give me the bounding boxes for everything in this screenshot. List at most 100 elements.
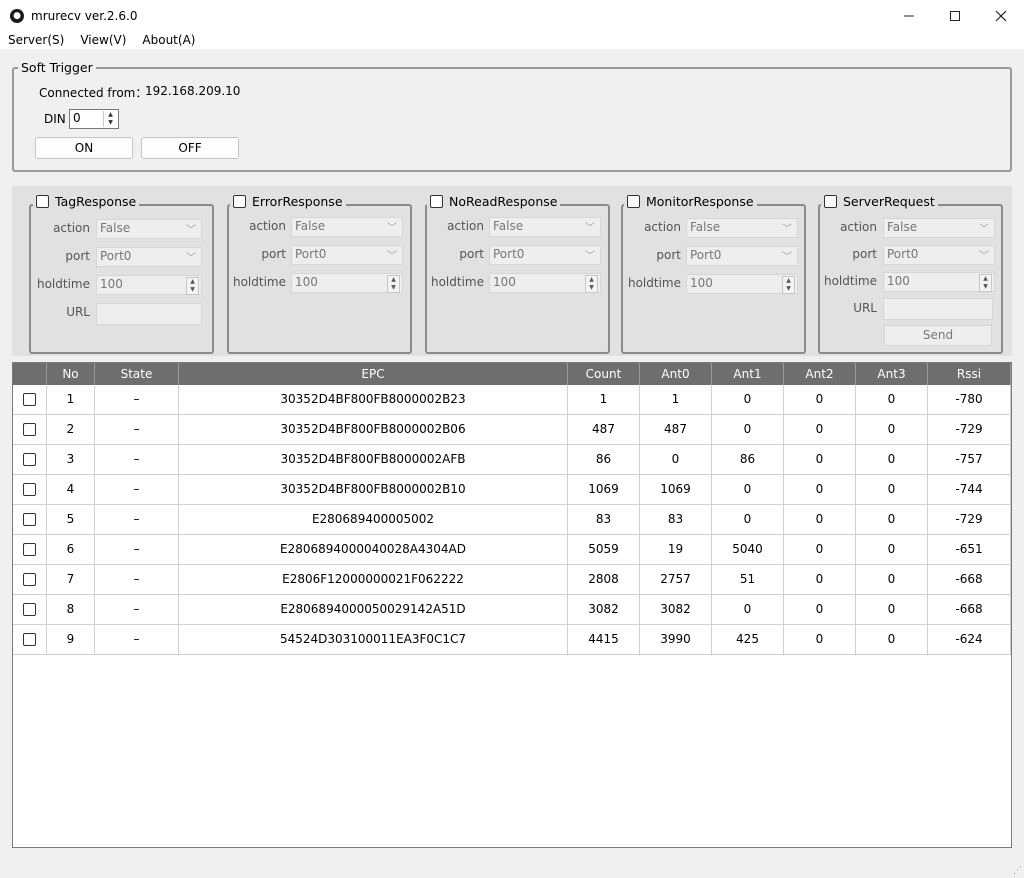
spin-down-icon[interactable]: ▼	[980, 283, 991, 291]
monitor-action-select[interactable]: False ﹀	[686, 218, 798, 238]
header-ant2[interactable]: Ant2	[784, 363, 856, 385]
cell-state: –	[95, 505, 179, 534]
port-label: port	[261, 247, 286, 261]
header-count[interactable]: Count	[568, 363, 640, 385]
server-port-select[interactable]: Port0 ﹀	[883, 245, 995, 265]
error-response-checkbox[interactable]	[233, 195, 246, 208]
holdtime-label: holdtime	[430, 275, 484, 289]
cell-count: 4415	[568, 625, 640, 654]
tag-port-select[interactable]: Port0 ﹀	[96, 247, 202, 267]
cell-count: 1	[568, 385, 640, 414]
din-value: 0	[73, 111, 81, 125]
cell-state: –	[95, 595, 179, 624]
cell-rssi: -780	[928, 385, 1011, 414]
error-holdtime-stepper[interactable]: 100 ▲ ▼	[291, 273, 403, 293]
row-checkbox[interactable]	[13, 625, 47, 654]
table-row[interactable]: 6– E2806894000040028A4304AD 5059 19 5040 0 0 -6…	[13, 535, 1011, 565]
spin-down-icon[interactable]: ▼	[783, 285, 794, 293]
table-row[interactable]: 4–30352D4BF800FB8000002B10 1069 1069 0 0 0 -74…	[13, 475, 1011, 505]
noread-action-select[interactable]: False ﹀	[489, 217, 601, 237]
row-checkbox[interactable]	[13, 535, 47, 564]
on-button[interactable]: ON	[35, 137, 133, 159]
table-row[interactable]: 1–30352D4BF800FB8000002B23 1 1 0 0 0 -780	[13, 385, 1011, 415]
spin-up-icon[interactable]: ▲	[104, 111, 117, 119]
row-select-checkbox[interactable]	[23, 453, 36, 466]
row-select-checkbox[interactable]	[23, 423, 36, 436]
server-request-checkbox[interactable]	[824, 195, 837, 208]
cell-no: 2	[47, 415, 95, 444]
spin-down-icon[interactable]: ▼	[388, 284, 399, 292]
spin-up-icon[interactable]: ▲	[980, 275, 991, 283]
url-label: URL	[853, 301, 877, 315]
noread-response-checkbox[interactable]	[430, 195, 443, 208]
row-select-checkbox[interactable]	[23, 513, 36, 526]
monitor-response-checkbox[interactable]	[627, 195, 640, 208]
row-select-checkbox[interactable]	[23, 543, 36, 556]
row-checkbox[interactable]	[13, 385, 47, 414]
table-row[interactable]: 5– E280689400005002 83 83 0 0 0 -729	[13, 505, 1011, 535]
row-select-checkbox[interactable]	[23, 573, 36, 586]
cell-ant2: 0	[784, 505, 856, 534]
row-select-checkbox[interactable]	[23, 633, 36, 646]
table-row[interactable]: 9–54524D303100011EA3F0C1C7 4415 3990 425 0 0-…	[13, 625, 1011, 655]
header-no[interactable]: No	[47, 363, 95, 385]
row-checkbox[interactable]	[13, 445, 47, 474]
server-action-select[interactable]: False ﹀	[883, 218, 995, 238]
row-select-checkbox[interactable]	[23, 483, 36, 496]
menu-server[interactable]: Server(S)	[0, 33, 72, 47]
spin-up-icon[interactable]: ▲	[187, 278, 198, 286]
tag-response-checkbox[interactable]	[36, 195, 49, 208]
din-stepper[interactable]: 0 ▲ ▼	[69, 109, 119, 129]
header-state[interactable]: State	[95, 363, 179, 385]
error-action-select[interactable]: False ﹀	[291, 217, 403, 237]
resize-grip-icon[interactable]: ⋰	[1013, 866, 1022, 876]
send-button[interactable]: Send	[884, 325, 992, 346]
monitor-port-select[interactable]: Port0 ﹀	[686, 246, 798, 266]
noread-port-select[interactable]: Port0 ﹀	[489, 245, 601, 265]
server-url-input[interactable]	[883, 298, 993, 320]
row-checkbox[interactable]	[13, 415, 47, 444]
window-controls	[886, 0, 1024, 31]
off-button[interactable]: OFF	[141, 137, 239, 159]
table-row[interactable]: 2–30352D4BF800FB8000002B06 487 487 0 0 0 -729	[13, 415, 1011, 445]
minimize-button[interactable]	[886, 0, 932, 31]
table-row[interactable]: 7– E2806F12000000021F062222 2808 2757 51 0 0 -6…	[13, 565, 1011, 595]
cell-count: 2808	[568, 565, 640, 594]
maximize-button[interactable]	[932, 0, 978, 31]
noread-holdtime-stepper[interactable]: 100 ▲ ▼	[489, 273, 601, 293]
spin-up-icon[interactable]: ▲	[388, 276, 399, 284]
row-checkbox[interactable]	[13, 595, 47, 624]
din-label: DIN	[44, 112, 66, 126]
row-checkbox[interactable]	[13, 505, 47, 534]
cell-rssi: -651	[928, 535, 1011, 564]
row-checkbox[interactable]	[13, 565, 47, 594]
header-epc[interactable]: EPC	[179, 363, 568, 385]
chevron-down-icon: ﹀	[979, 251, 989, 262]
header-ant0[interactable]: Ant0	[640, 363, 712, 385]
header-ant3[interactable]: Ant3	[856, 363, 928, 385]
table-row[interactable]: 3–30352D4BF800FB8000002AFB 86 0 86 0 0 -757	[13, 445, 1011, 475]
tag-holdtime-stepper[interactable]: 100 ▲ ▼	[96, 275, 202, 295]
menu-view[interactable]: View(V)	[72, 33, 134, 47]
spin-down-icon[interactable]: ▼	[104, 119, 117, 127]
cell-rssi: -668	[928, 595, 1011, 624]
error-port-select[interactable]: Port0 ﹀	[291, 245, 403, 265]
close-button[interactable]	[978, 0, 1024, 31]
header-ant1[interactable]: Ant1	[712, 363, 784, 385]
monitor-holdtime-stepper[interactable]: 100 ▲ ▼	[686, 274, 798, 294]
table-row[interactable]: 8– E2806894000050029142A51D 3082 3082 0 0 0 -66…	[13, 595, 1011, 625]
tag-url-input[interactable]	[96, 303, 202, 325]
cell-ant1: 51	[712, 565, 784, 594]
spin-down-icon[interactable]: ▼	[187, 286, 198, 294]
header-rssi[interactable]: Rssi	[928, 363, 1011, 385]
row-checkbox[interactable]	[13, 475, 47, 504]
row-select-checkbox[interactable]	[23, 393, 36, 406]
menu-about[interactable]: About(A)	[134, 33, 203, 47]
spin-up-icon[interactable]: ▲	[783, 277, 794, 285]
row-select-checkbox[interactable]	[23, 603, 36, 616]
tag-action-select[interactable]: False ﹀	[96, 219, 202, 239]
server-holdtime-stepper[interactable]: 100 ▲ ▼	[883, 272, 995, 292]
spin-down-icon[interactable]: ▼	[586, 284, 597, 292]
chevron-down-icon: ﹀	[186, 225, 196, 236]
spin-up-icon[interactable]: ▲	[586, 276, 597, 284]
